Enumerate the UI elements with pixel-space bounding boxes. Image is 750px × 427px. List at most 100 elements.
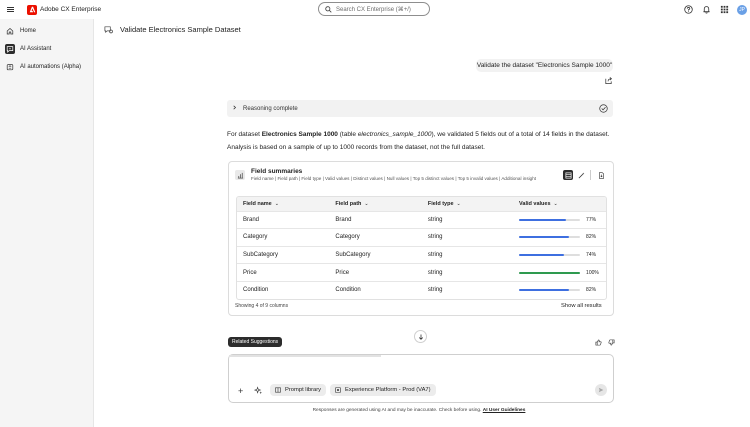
field-name-cell: Brand [237,210,330,229]
prompt-input[interactable]: + Prompt library Experience Platform - P… [228,354,614,403]
check-circle-icon [599,104,608,113]
sidebar: Home AI Assistant AI automations (Alpha) [0,19,94,427]
ai-sparkle-icon[interactable] [253,386,263,395]
table-header-row: Field name ⌄ Field path ⌄ Field type ⌄ Vali… [237,197,606,211]
page-header: Validate Electronics Sample Dataset [104,25,241,34]
summary-note: Analysis is based on a sample of up to 1… [227,143,485,151]
sidebar-item-ai-automations[interactable]: AI automations (Alpha) [0,58,93,75]
app-switcher-grid-icon[interactable] [715,0,733,19]
adobe-logo-icon[interactable] [27,4,37,15]
summary-text: (table [337,131,358,138]
user-avatar[interactable]: JP [737,4,747,15]
valid-values-percent: 74% [586,251,597,258]
column-header-field-path[interactable]: Field path ⌄ [329,197,422,211]
search-placeholder: Search CX Enterprise (⌘+/) [336,6,411,13]
hamburger-menu-icon[interactable] [1,0,19,19]
field-type-cell: string [421,280,514,299]
send-button[interactable] [595,384,607,396]
valid-values-bar [519,236,581,239]
scroll-down-button[interactable] [414,330,427,343]
field-summaries-card: Field summaries Field name | Field path … [228,161,614,316]
column-header-field-type[interactable]: Field type ⌄ [421,197,514,211]
field-name-cell: SubCategory [237,245,330,264]
add-attachment-icon[interactable]: + [238,386,243,396]
prompt-library-button[interactable]: Prompt library [270,384,327,396]
export-document-icon[interactable] [596,170,606,180]
sandbox-icon [335,387,341,393]
field-name-cell: Condition [237,280,330,299]
related-suggestions-button[interactable]: Related Suggestions [228,337,283,347]
search-icon [325,5,332,13]
disclaimer-footer: Responses are generated using AI and may… [94,408,744,413]
sandbox-selector[interactable]: Experience Platform - Prod (VA7) [330,384,436,396]
valid-values-cell: 82% [513,228,606,247]
sidebar-item-label: AI Assistant [20,45,52,52]
summary-text: For dataset [227,131,262,138]
showing-columns-text: Showing 4 of 9 columns [235,303,289,309]
valid-values-bar [519,218,581,221]
thumbs-down-icon[interactable] [606,337,616,347]
valid-values-percent: 100% [586,269,599,276]
reasoning-label: Reasoning complete [243,105,298,112]
valid-values-cell: 77% [513,210,606,229]
arrow-down-icon [418,334,423,340]
valid-values-bar [519,253,581,256]
field-type-cell: string [421,228,514,247]
valid-values-bar [519,271,581,274]
assistant-summary: For dataset Electronics Sample 1000 (tab… [227,129,622,154]
valid-values-bar-fill [519,289,570,292]
reasoning-panel[interactable]: Reasoning complete [227,100,613,117]
show-all-results-link[interactable]: Show all results [561,303,602,309]
valid-values-percent: 77% [586,216,597,223]
valid-values-percent: 82% [586,234,597,241]
field-path-cell: Condition [329,280,422,299]
thumbs-up-icon[interactable] [593,337,603,347]
valid-values-cell: 82% [513,280,606,299]
share-icon[interactable] [604,76,613,85]
ai-automations-icon [5,62,15,72]
main-content: Validate Electronics Sample Dataset Vali… [94,19,750,427]
app-name[interactable]: Adobe CX Enterprise [40,6,101,13]
column-header-field-name[interactable]: Field name ⌄ [237,197,330,211]
chevron-down-icon: ⌄ [274,200,279,207]
page-title: Validate Electronics Sample Dataset [120,25,241,34]
chevron-right-icon [232,105,237,112]
ai-user-guidelines-link[interactable]: AI User Guidelines [483,408,526,413]
card-subtitle: Field name | Field path | Field type | V… [251,176,537,181]
sidebar-item-home[interactable]: Home [0,22,93,39]
home-icon [5,26,15,36]
table-row: Price Price string 100% [237,263,606,282]
magic-wand-icon[interactable] [576,170,586,180]
notifications-bell-icon[interactable] [697,0,715,19]
table-view-icon[interactable] [563,170,573,180]
sidebar-item-ai-assistant[interactable]: AI Assistant [0,40,93,57]
field-name-cell: Category [237,228,330,247]
search-input[interactable]: Search CX Enterprise (⌘+/) [318,2,430,16]
valid-values-cell: 100% [513,263,606,282]
sidebar-item-label: AI automations (Alpha) [20,63,82,70]
dataset-name: Electronics Sample 1000 [261,131,338,138]
valid-values-bar-fill [519,271,581,274]
user-message: Validate the dataset "Electronics Sample… [476,59,613,72]
bar-chart-icon [235,170,245,180]
column-header-valid-values[interactable]: Valid values ⌄ [513,197,606,211]
field-type-cell: string [421,263,514,282]
disclaimer-text: Responses are generated using AI and may… [312,408,482,413]
sandbox-label: Experience Platform - Prod (VA7) [345,387,431,393]
valid-values-bar-fill [519,236,570,239]
valid-values-bar [519,289,581,292]
table-row: Category Category string 82% [237,228,606,247]
sidebar-item-label: Home [20,27,37,34]
field-path-cell: SubCategory [329,245,422,264]
ai-assistant-chat-icon [104,26,113,34]
table-name: electronics_sample_1000 [357,131,432,138]
field-path-cell: Price [329,263,422,282]
help-icon[interactable] [679,0,697,19]
field-type-cell: string [421,210,514,229]
table-row: SubCategory SubCategory string 74% [237,245,606,264]
valid-values-bar-fill [519,218,567,221]
chevron-down-icon: ⌄ [364,200,369,207]
card-title: Field summaries [251,168,303,175]
send-icon [598,387,604,393]
chevron-down-icon: ⌄ [456,200,461,207]
